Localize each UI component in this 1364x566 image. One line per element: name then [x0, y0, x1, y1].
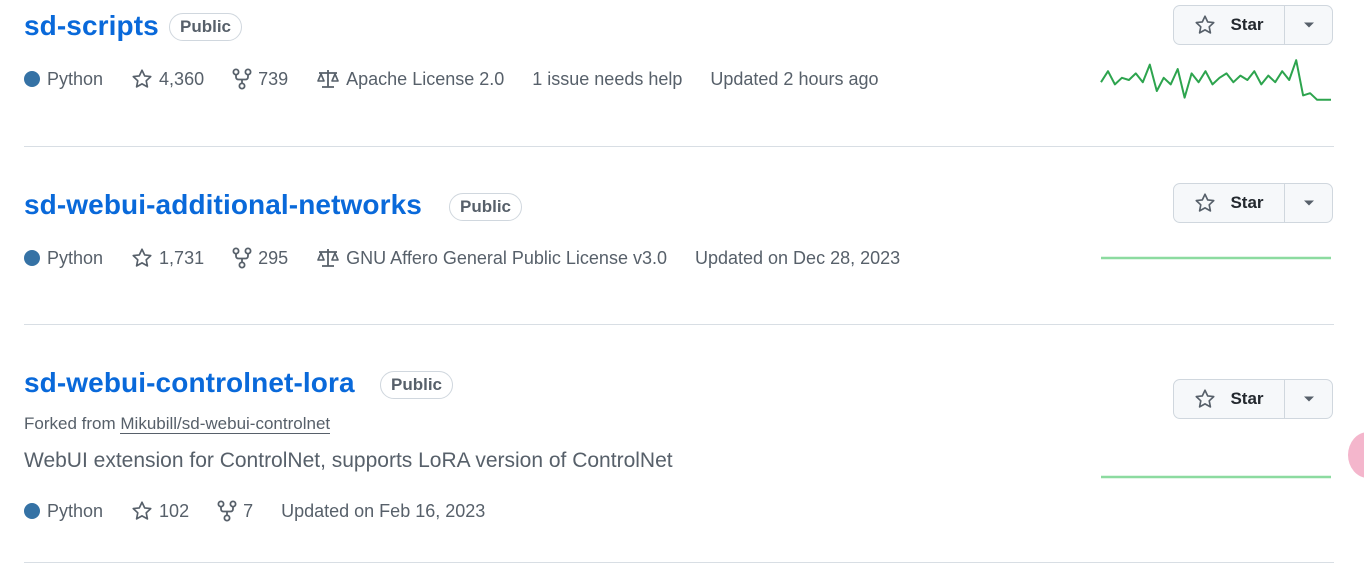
visibility-badge: Public: [380, 371, 454, 399]
forks-link[interactable]: 295: [232, 247, 288, 269]
star-icon: [1195, 15, 1215, 34]
stars-count: 1,731: [159, 247, 205, 268]
repo-meta: Python 1,731 295 GNU Affero General Publ…: [24, 247, 928, 269]
forks-link[interactable]: 739: [232, 68, 288, 90]
forks-count: 739: [258, 68, 289, 89]
star-icon: [1195, 389, 1215, 408]
law-icon: [317, 249, 339, 267]
fork-icon: [232, 247, 252, 269]
updated-time: Updated on Feb 16, 2023: [281, 501, 485, 522]
language-color-dot: [24, 250, 40, 266]
activity-sparkline: [1100, 59, 1331, 101]
stars-count: 102: [159, 500, 190, 521]
language-label: Python: [47, 68, 104, 89]
forks-link[interactable]: 7: [217, 500, 253, 522]
license-label: GNU Affero General Public License v3.0: [346, 247, 667, 268]
activity-sparkline: [1101, 256, 1331, 260]
star-icon: [1195, 193, 1215, 212]
visibility-badge: Public: [169, 13, 243, 41]
repo-title-link[interactable]: sd-webui-controlnet-lora: [24, 367, 355, 399]
star-lists-dropdown-button[interactable]: [1285, 6, 1332, 44]
visibility-badge: Public: [449, 193, 523, 221]
stars-link[interactable]: 4,360: [131, 68, 204, 90]
triangle-down-icon: [1303, 200, 1314, 206]
forks-count: 295: [258, 247, 289, 268]
updated-label: Updated on Feb 16, 2023: [281, 500, 486, 521]
help-wanted-issues-link[interactable]: 1 issue needs help: [532, 69, 682, 90]
language: Python: [24, 501, 103, 522]
star-icon: [132, 248, 152, 267]
forks-count: 7: [243, 500, 254, 521]
star-icon: [132, 501, 152, 520]
updated-time: Updated 2 hours ago: [710, 69, 878, 90]
fork-icon: [217, 500, 237, 522]
stars-link[interactable]: 102: [131, 500, 189, 522]
activity-sparkline: [1101, 475, 1331, 479]
language: Python: [24, 69, 103, 90]
divider: [24, 562, 1334, 563]
star-icon: [132, 69, 152, 88]
language-label: Python: [47, 247, 104, 268]
star-button[interactable]: Star: [1174, 184, 1285, 222]
fork-icon: [232, 68, 252, 90]
star-button[interactable]: Star: [1174, 6, 1285, 44]
star-button-label: Star: [1230, 193, 1264, 212]
star-lists-dropdown-button[interactable]: [1285, 380, 1332, 418]
star-button-group: Star: [1173, 5, 1333, 45]
license: Apache License 2.0: [316, 68, 504, 90]
language-label: Python: [47, 500, 104, 521]
updated-label: Updated on Dec 28, 2023: [694, 247, 901, 268]
license-label: Apache License 2.0: [346, 68, 505, 89]
repo-description: WebUI extension for ControlNet, supports…: [24, 449, 673, 472]
issues-label: 1 issue needs help: [532, 68, 683, 89]
forked-from-link[interactable]: Mikubill/sd-webui-controlnet: [120, 414, 331, 434]
language-color-dot: [24, 503, 40, 519]
updated-time: Updated on Dec 28, 2023: [695, 248, 900, 269]
repo-item-sd-webui-additional-networks: sd-webui-additional-networks Public Pyth…: [0, 147, 1364, 324]
star-button-group: Star: [1173, 379, 1333, 419]
star-button-group: Star: [1173, 183, 1333, 223]
repo-meta: Python 102 7 Updated on Feb 16, 2023: [24, 500, 513, 522]
forked-from: Forked from Mikubill/sd-webui-controlnet: [24, 414, 331, 434]
repo-meta: Python 4,360 739 Apache License 2.0 1 is…: [24, 68, 907, 90]
repo-item-sd-scripts: sd-scripts Public Python 4,360 739 Apach…: [0, 0, 1364, 146]
stars-link[interactable]: 1,731: [131, 247, 204, 269]
repo-item-sd-webui-controlnet-lora: sd-webui-controlnet-lora Public Forked f…: [0, 325, 1364, 562]
repo-title-link[interactable]: sd-webui-additional-networks: [24, 189, 422, 221]
star-button-label: Star: [1230, 389, 1264, 408]
license: GNU Affero General Public License v3.0: [316, 247, 667, 269]
updated-label: Updated 2 hours ago: [710, 68, 879, 89]
stars-count: 4,360: [159, 68, 205, 89]
star-lists-dropdown-button[interactable]: [1285, 184, 1332, 222]
star-button-label: Star: [1230, 15, 1264, 34]
forked-prefix: Forked from: [24, 414, 116, 433]
language-color-dot: [24, 71, 40, 87]
repo-title-link[interactable]: sd-scripts: [24, 10, 159, 42]
triangle-down-icon: [1303, 22, 1314, 28]
star-button[interactable]: Star: [1174, 380, 1285, 418]
law-icon: [317, 70, 339, 88]
language: Python: [24, 248, 103, 269]
triangle-down-icon: [1303, 396, 1314, 402]
